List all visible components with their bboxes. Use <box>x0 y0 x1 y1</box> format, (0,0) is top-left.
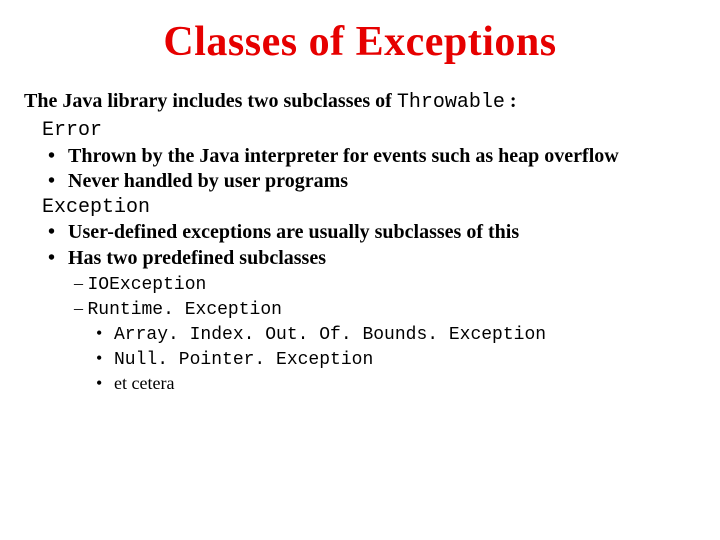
slide: Classes of Exceptions The Java library i… <box>0 0 720 395</box>
sub-bullet-1: Array. Index. Out. Of. Bounds. Exception <box>96 322 696 347</box>
runtimeexception-code: Runtime. Exception <box>88 300 282 320</box>
error-bullet-2: Never handled by user programs <box>42 169 696 195</box>
exception-bullets: User-defined exceptions are usually subc… <box>42 220 696 271</box>
dash-line-1: – IOException <box>74 272 696 297</box>
runtime-sub-bullets: Array. Index. Out. Of. Bounds. Exception… <box>74 322 696 395</box>
slide-title: Classes of Exceptions <box>24 18 696 66</box>
subclasses-block: – IOException – Runtime. Exception Array… <box>42 272 696 395</box>
intro-line: The Java library includes two subclasses… <box>24 90 696 114</box>
error-bullet-1: Thrown by the Java interpreter for event… <box>42 144 696 170</box>
ioexception-code: IOException <box>88 275 207 295</box>
arrayindex-code: Array. Index. Out. Of. Bounds. Exception <box>114 325 546 345</box>
exception-bullet-1: User-defined exceptions are usually subc… <box>42 220 696 246</box>
sub-bullet-2: Null. Pointer. Exception <box>96 347 696 372</box>
error-bullets: Thrown by the Java interpreter for event… <box>42 144 696 195</box>
intro-code: Throwable <box>397 91 505 114</box>
nullpointer-code: Null. Pointer. Exception <box>114 350 373 370</box>
dash-line-2: – Runtime. Exception <box>74 297 696 322</box>
exception-bullet-2: Has two predefined subclasses <box>42 246 696 272</box>
body: Error Thrown by the Java interpreter for… <box>24 118 696 395</box>
intro-pre: The Java library includes two subclasses… <box>24 90 397 112</box>
sub-bullet-3: et cetera <box>96 372 696 395</box>
exception-heading: Exception <box>42 195 696 221</box>
intro-post: : <box>505 90 517 112</box>
error-heading: Error <box>42 118 696 144</box>
dash-2: – <box>74 298 88 318</box>
dash-1: – <box>74 273 88 293</box>
